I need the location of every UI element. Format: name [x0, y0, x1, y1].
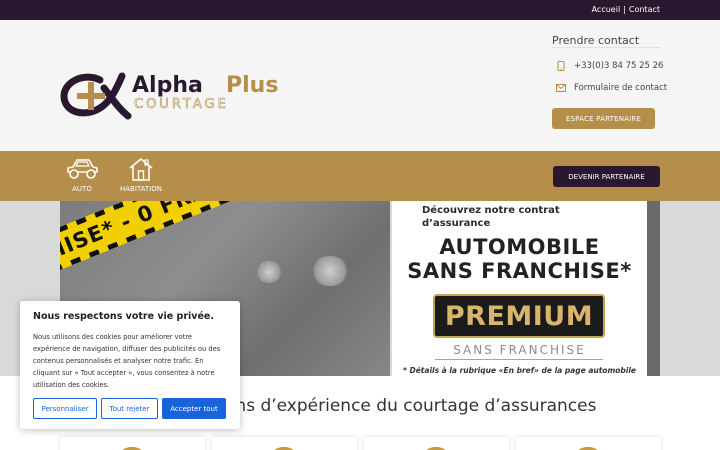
cookie-text: Nous utilisons des cookies pour améliore…: [33, 333, 221, 389]
top-links: Accueil | Contact: [592, 5, 660, 14]
phone-icon: [556, 61, 566, 71]
site-header: Alpha Plus COURTAGE Prendre contact +33(…: [0, 20, 720, 151]
experience-tagline: ans d’expérience du courtage d’assurance…: [225, 396, 597, 416]
top-link-contact[interactable]: Contact: [629, 5, 660, 14]
contact-phone-number: +33(0)3 84 75 25 26: [574, 61, 664, 71]
service-card[interactable]: [364, 437, 509, 450]
banner-photo-edge: [647, 201, 660, 376]
contact-divider: [552, 47, 660, 48]
service-card[interactable]: [516, 437, 661, 450]
premium-subtitle: SANS FRANCHISE: [453, 343, 586, 357]
logo-word-plus: Plus: [226, 73, 278, 98]
cookie-customize-button[interactable]: Personnaliser: [33, 398, 97, 419]
top-link-separator: |: [623, 5, 626, 14]
nav-item-auto[interactable]: AUTO: [57, 156, 107, 193]
banner-footnote: * Détails à la rubrique «En bref» de la …: [402, 366, 637, 375]
premium-badge: PREMIUM: [433, 294, 605, 338]
nav-label-auto: AUTO: [72, 185, 92, 193]
main-nav: AUTO HABITATION DEVENIR PARTENAIRE: [0, 151, 720, 201]
nav-label-habitation: HABITATION: [120, 185, 162, 193]
car-dent: [255, 261, 283, 283]
logo-mark-icon: Alpha Plus COURTAGE: [60, 72, 278, 120]
banner-intro-line1: Découvrez notre contrat: [422, 205, 560, 216]
envelope-icon: [556, 83, 566, 93]
logo-word-alpha: Alpha: [132, 73, 203, 98]
site-logo[interactable]: Alpha Plus COURTAGE: [60, 58, 290, 138]
banner-headline-line1: AUTOMOBILE: [439, 235, 600, 259]
banner-headline-line2: SANS FRANCHISE*: [407, 259, 632, 283]
nav-item-habitation[interactable]: HABITATION: [116, 156, 166, 193]
devenir-partenaire-button[interactable]: DEVENIR PARTENAIRE: [553, 166, 660, 187]
service-card[interactable]: [212, 437, 357, 450]
banner-ad[interactable]: Découvrez notre contrat d’assurance AUTO…: [392, 201, 647, 376]
house-icon: [129, 158, 153, 181]
cookie-consent-dialog: Nous respectons votre vie privée. Nous u…: [20, 301, 240, 429]
premium-underline: [435, 359, 603, 360]
top-link-accueil[interactable]: Accueil: [592, 5, 621, 14]
banner-intro-line2: d’assurance: [422, 218, 491, 229]
espace-partenaire-button[interactable]: ESPACE PARTENAIRE: [552, 108, 655, 129]
top-bar: Accueil | Contact: [0, 0, 720, 20]
contact-title: Prendre contact: [552, 34, 640, 47]
contact-form-label: Formulaire de contact: [574, 83, 668, 93]
logo-word-courtage: COURTAGE: [134, 97, 229, 112]
car-icon: [67, 159, 98, 179]
cookie-title: Nous respectons votre vie privée.: [33, 311, 214, 322]
contact-phone[interactable]: +33(0)3 84 75 25 26: [556, 61, 663, 71]
car-dent: [310, 256, 350, 286]
cookie-reject-button[interactable]: Tout rejeter: [101, 398, 158, 419]
service-card[interactable]: [60, 437, 205, 450]
contact-form-link[interactable]: Formulaire de contact: [556, 83, 667, 93]
cookie-accept-button[interactable]: Accepter tout: [162, 398, 226, 419]
